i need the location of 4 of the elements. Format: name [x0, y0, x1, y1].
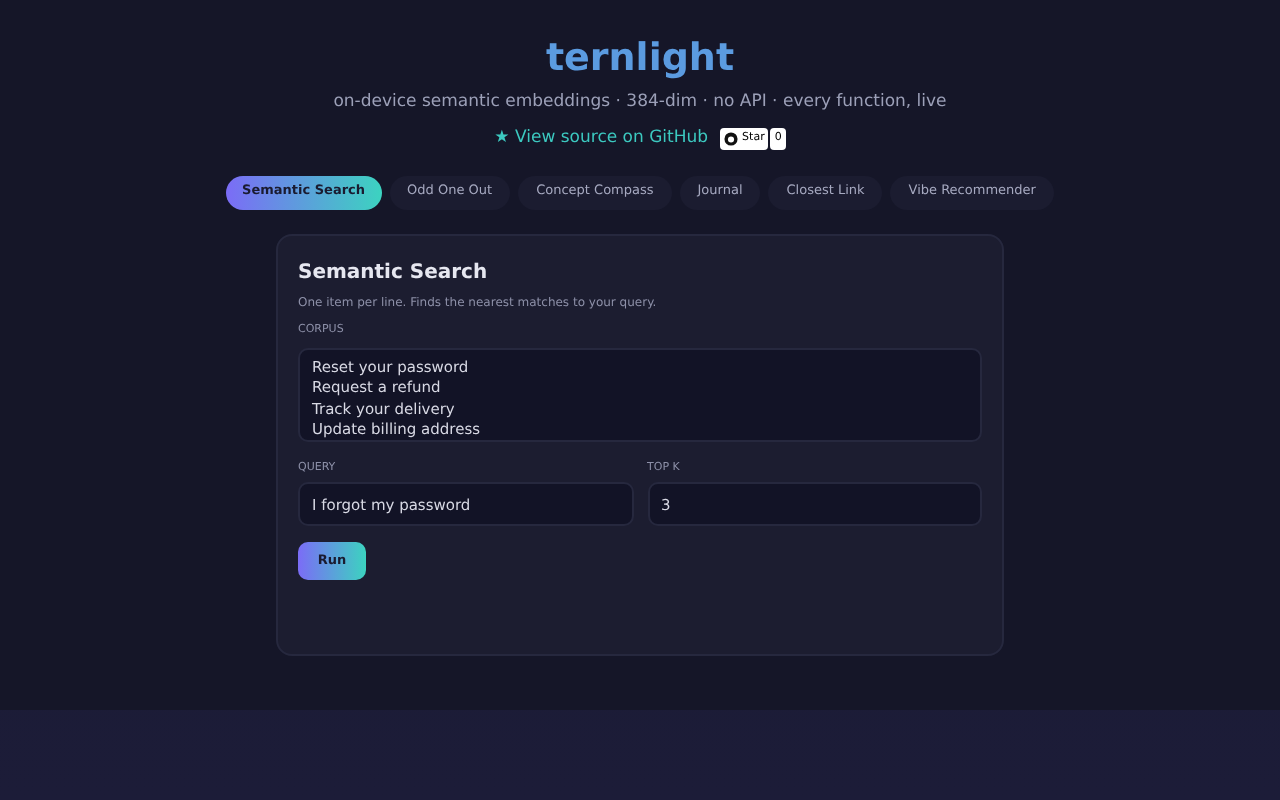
subtitle: on-device semantic embeddings · 384-dim · no API · every function, live: [333, 90, 947, 116]
source-link[interactable]: ★ View source on GitHub: [494, 125, 709, 151]
app-title: ternlight: [545, 34, 735, 84]
panel-title: Semantic Search: [298, 259, 490, 287]
